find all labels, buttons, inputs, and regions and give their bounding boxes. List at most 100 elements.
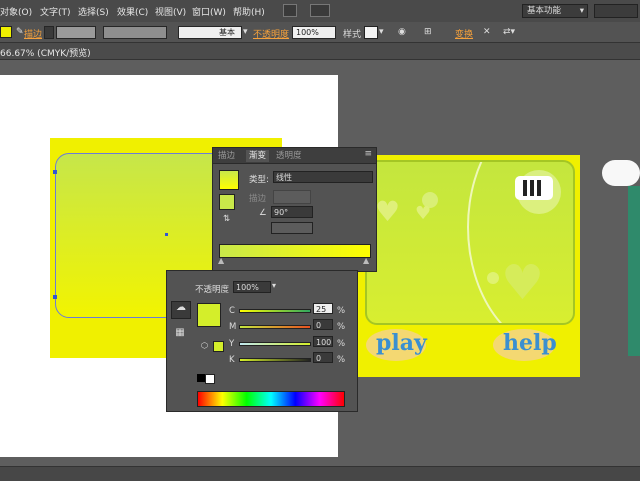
gradient-stroke-label: 描边 [249,194,267,204]
opacity-field[interactable]: 100% [292,26,336,39]
channel-y-slider[interactable] [239,342,311,346]
options-icon[interactable]: ⇄▾ [503,27,515,37]
angle-field[interactable]: 90° [271,206,313,218]
color-opacity-value: 100% [236,283,259,292]
color-panel-icon[interactable]: ☁ [171,301,191,319]
help-label: help [503,330,557,356]
anchor-point[interactable] [53,295,57,299]
white-swatch[interactable] [205,374,215,384]
menu-view[interactable]: 视图(V) [155,5,186,18]
channel-m-field[interactable]: 0 [313,319,333,330]
channel-y-unit: % [337,339,346,349]
gradient-type-select[interactable]: 线性 [273,171,373,183]
channel-c-field[interactable]: 25 [313,303,333,314]
channel-m-unit: % [337,322,346,332]
arrange-documents-icon[interactable] [310,4,330,17]
channel-m-value: 0 [316,321,322,330]
center-point [165,233,168,236]
control-bar: ✎ 描边 基本 ▾ 不透明度 100% 样式 ▾ ◉ ⊞ 变换 ✕ ⇄▾ [0,22,640,43]
panel-menu-icon[interactable]: ≡ [364,149,372,159]
heart-icon: ♥ [501,255,545,311]
stroke-gradient-buttons[interactable] [273,190,311,204]
channel-y-label: Y [229,339,235,349]
color-guide-icon[interactable]: ▦ [171,327,189,343]
align-icon[interactable]: ⊞ [424,27,432,37]
fill-swatch[interactable] [0,26,12,38]
gradient-type-label: 类型: [249,175,269,185]
channel-c-value: 25 [316,305,327,314]
channel-c-label: C [229,306,235,316]
tab-transparency[interactable]: 透明度 [273,150,305,162]
chevron-down-icon[interactable]: ▾ [243,27,248,37]
decorative-circle [487,272,499,284]
menu-window[interactable]: 窗口(W) [192,5,226,18]
color-opacity-field[interactable]: 100% [233,281,271,293]
variable-width-field[interactable] [103,26,167,39]
color-opacity-label: 不透明度 [195,285,230,295]
finished-artwork: ♥ ♥ ♥ play help [353,155,580,377]
anchor-point[interactable] [53,170,57,174]
channel-y-field[interactable]: 100 [313,336,333,347]
gradient-stop-end[interactable]: ▲ [363,256,369,265]
tab-gradient[interactable]: 渐变 [246,150,270,162]
opacity-label[interactable]: 不透明度 [253,27,289,40]
document-tab-bar: 66.67% (CMYK/预览) [0,43,640,60]
workspace-switcher[interactable]: 基本功能 ▾ [522,4,588,18]
menu-help[interactable]: 帮助(H) [233,5,265,18]
gradient-panel-tabs: 描边 渐变 透明度 ≡ [213,148,376,164]
cube-icon: ⬡ [201,341,208,350]
menu-object[interactable]: 对象(O) [0,5,32,18]
recolor-icon[interactable]: ◉ [398,27,406,37]
color-panel: 不透明度 100% ▾ ☁ ▦ ⬡ C 25 % M 0 % Y 100 % K… [166,270,358,412]
pause-button-graphic [515,176,553,200]
menu-effect[interactable]: 效果(C) [117,5,148,18]
status-bar [0,466,640,481]
style-swatch[interactable] [364,26,378,39]
chevron-down-icon[interactable]: ▾ [272,281,276,290]
transform-icon[interactable]: ✕ [483,27,491,37]
color-spectrum[interactable] [197,391,345,407]
aspect-ratio-field[interactable] [271,222,313,234]
help-button: help [493,329,557,361]
stroke-weight-stepper[interactable] [44,26,54,39]
workspace-label: 基本功能 [527,6,562,16]
bridge-icon[interactable] [283,4,297,17]
reverse-gradient-icon[interactable]: ⇅ [223,214,230,224]
gradient-panel: 描边 渐变 透明度 ≡ 类型: 线性 描边 ∠ 90° ⇅ ▲ ▲ [212,147,377,272]
channel-k-label: K [229,355,235,365]
stroke-label[interactable]: 描边 [24,27,42,40]
gradient-slider[interactable] [219,244,371,258]
tab-stroke[interactable]: 描边 [215,150,238,162]
channel-k-slider[interactable] [239,358,311,362]
menu-select[interactable]: 选择(S) [78,5,109,18]
gradient-preview-swatch[interactable] [219,170,239,190]
play-button: play [366,329,427,361]
channel-c-slider[interactable] [239,309,311,313]
channel-m-label: M [229,322,237,332]
document-tab[interactable]: 66.67% (CMYK/预览) [0,46,91,59]
menu-bar: 对象(O) 文字(T) 选择(S) 效果(C) 视图(V) 窗口(W) 帮助(H… [0,0,640,23]
gradient-stop-start[interactable]: ▲ [218,256,224,265]
stroke-color-swatch[interactable] [213,341,224,352]
channel-m-slider[interactable] [239,325,311,329]
fill-color-swatch[interactable] [197,303,221,327]
search-input[interactable] [594,4,638,18]
black-swatch[interactable] [197,374,205,382]
stroke-icon[interactable]: ✎ [16,27,24,37]
heart-icon: ♥ [375,195,401,228]
style-label: 样式 [343,30,362,40]
angle-icon: ∠ [259,208,267,218]
stroke-style-field[interactable]: 基本 [178,26,242,39]
opacity-value: 100% [296,28,319,37]
transform-label[interactable]: 变换 [455,27,473,40]
menu-text[interactable]: 文字(T) [40,5,71,18]
channel-y-value: 100 [316,338,332,347]
channel-k-field[interactable]: 0 [313,352,333,363]
channel-c-unit: % [337,306,346,316]
stroke-style-value: 基本 [219,28,235,37]
stroke-weight-field[interactable] [56,26,96,39]
chevron-down-icon[interactable]: ▾ [379,27,384,37]
fill-stroke-swatch[interactable] [219,194,235,210]
chevron-down-icon: ▾ [579,6,584,16]
channel-k-value: 0 [316,354,322,363]
